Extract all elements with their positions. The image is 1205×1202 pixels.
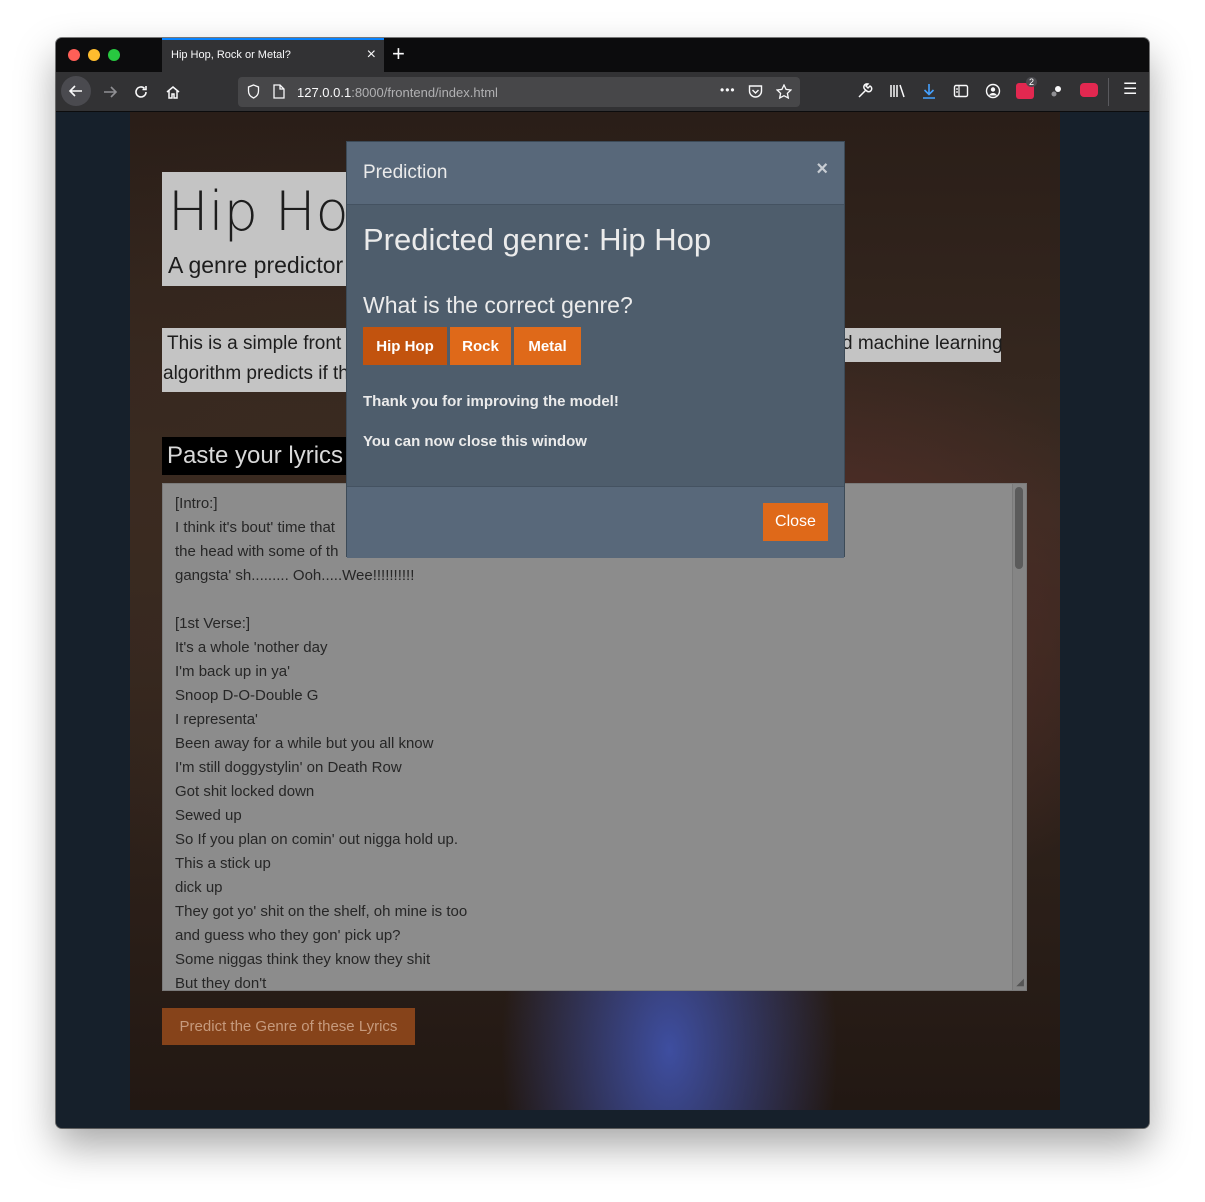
maximize-window-button[interactable] [108,49,120,61]
home-icon [166,86,180,99]
predicted-genre-heading: Predicted genre: Hip Hop [363,222,712,257]
page-info-icon[interactable] [273,84,285,102]
close-button[interactable]: Close [763,503,828,541]
lyrics-scroll-thumb[interactable] [1015,487,1023,569]
hero-subtitle: A genre predictor [168,252,344,278]
downloads-icon[interactable] [921,83,937,104]
shield-icon[interactable] [247,84,260,102]
wrench-icon[interactable] [857,83,873,104]
more-actions-icon[interactable]: ••• [720,83,736,97]
reload-icon [135,86,147,98]
youtube-extension-icon[interactable] [1080,83,1098,97]
tab-active[interactable]: Hip Hop, Rock or Metal? × [162,38,384,72]
account-icon[interactable] [985,83,1001,104]
menu-icon[interactable]: ☰ [1123,81,1137,99]
genre-button-metal[interactable]: Metal [514,327,581,365]
library-icon[interactable] [889,83,906,104]
prediction-modal: Prediction × Predicted genre: Hip Hop Wh… [346,141,845,558]
reload-button[interactable] [127,78,155,106]
modal-footer: Close [347,486,844,558]
lyrics-scrollbar[interactable] [1012,484,1026,990]
modal-header: Prediction × [347,142,844,205]
resize-grip-icon[interactable]: ◢ [1016,978,1024,988]
close-window-button[interactable] [68,49,80,61]
tab-title: Hip Hop, Rock or Metal? [171,49,291,61]
forward-button[interactable] [96,78,124,106]
predict-genre-button[interactable]: Predict the Genre of these Lyrics [162,1008,415,1045]
pocket-icon[interactable] [748,84,763,102]
sidebar-icon[interactable] [953,83,969,104]
modal-title: Prediction [363,162,448,183]
genre-button-rock[interactable]: Rock [450,327,511,365]
genre-button-hiphop[interactable]: Hip Hop [363,327,447,365]
tab-close-icon[interactable]: × [367,46,376,64]
browser-window: Hip Hop, Rock or Metal? × + 127.0.0.1:80… [56,38,1149,1128]
arrow-right-icon [104,86,118,98]
url-host: 127.0.0.1 [297,85,352,100]
page-viewport: Hip Hop A genre predictor This is a simp… [56,112,1149,1128]
intro-text-line1-end: d machine learning [842,333,1003,354]
url-text[interactable]: 127.0.0.1:8000/frontend/index.html [297,85,498,100]
minimize-window-button[interactable] [88,49,100,61]
close-window-message: You can now close this window [363,433,587,450]
paste-heading: Paste your lyrics [167,442,344,469]
correct-genre-question: What is the correct genre? [363,292,633,318]
lyrics-textarea[interactable]: [Intro:] I think it's bout' time that th… [162,483,1027,991]
bookmark-star-icon[interactable] [775,83,793,102]
modal-close-icon[interactable]: × [816,158,828,180]
intro-text-line1: This is a simple front [167,333,342,354]
toolbar-separator [1108,78,1109,106]
intro-text-line2: algorithm predicts if th [163,363,349,384]
thanks-message: Thank you for improving the model! [363,393,619,410]
new-tab-button[interactable]: + [392,41,405,67]
extension-badge-count: 2 [1026,77,1038,87]
extension-puzzle-icon[interactable] [1049,83,1065,104]
nav-bar: 127.0.0.1:8000/frontend/index.html ••• 2 [56,72,1149,112]
arrow-left-icon [68,85,82,97]
tab-bar: Hip Hop, Rock or Metal? × + [56,38,1149,72]
back-button[interactable] [61,76,91,106]
url-path: :8000/frontend/index.html [351,85,498,100]
lyrics-text[interactable]: [Intro:] I think it's bout' time that th… [175,492,467,990]
home-button[interactable] [159,78,187,106]
url-bar[interactable]: 127.0.0.1:8000/frontend/index.html ••• [238,77,800,107]
